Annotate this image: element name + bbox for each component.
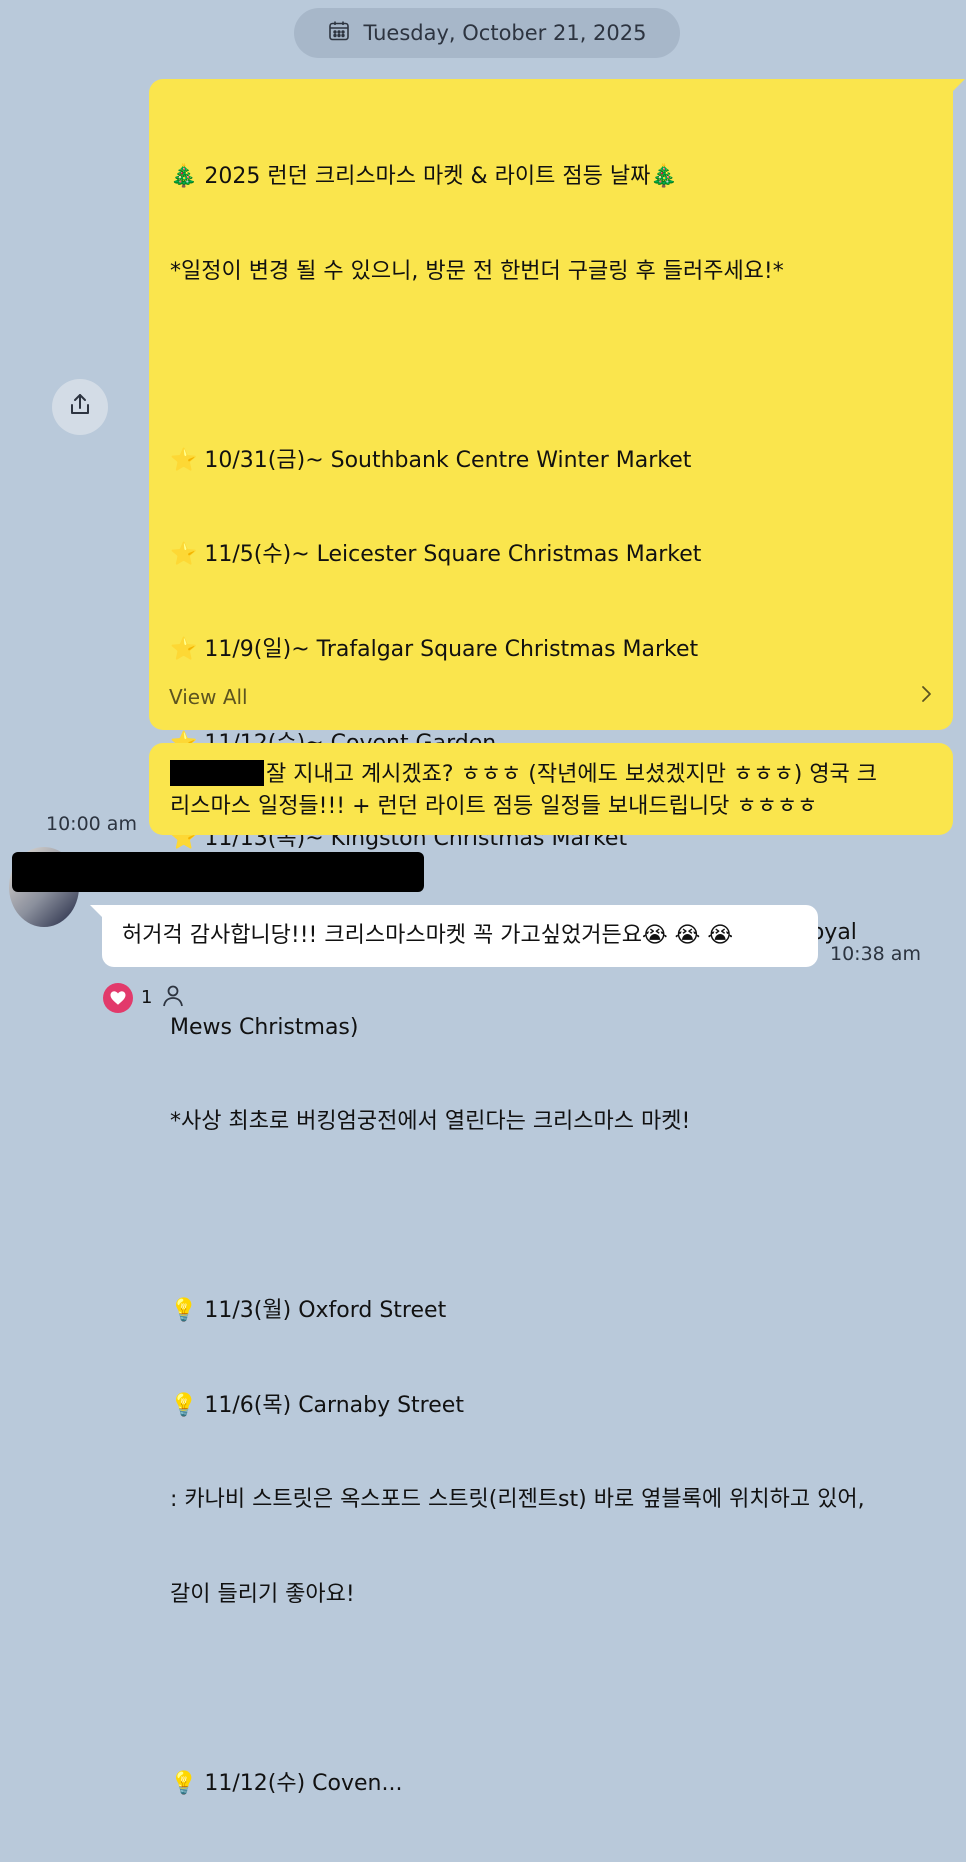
view-all-label: View All: [169, 684, 248, 709]
message-text: 잘 지내고 계시겠죠? ㅎㅎㅎ (작년에도 보셨겠지만 ㅎㅎㅎ) 영국 크 리스…: [170, 759, 935, 823]
message-line: [170, 1201, 935, 1233]
message-line: ⭐ 11/5(수)~ Leicester Square Christmas Ma…: [170, 542, 702, 567]
calendar-icon: [327, 19, 351, 48]
message-text: 🎄 2025 런던 크리스마스 마켓 & 라이트 점등 날짜🎄 *일정이 변경 …: [170, 98, 935, 1862]
message-bubble-reply[interactable]: 허거걱 감사합니당!!! 크리스마스마켓 꼭 가고싶었거든요😭 😭 😭: [90, 905, 818, 967]
redacted-name: [170, 760, 264, 786]
message-line: ⭐ 11/9(일)~ Trafalgar Square Christmas Ma…: [170, 636, 699, 662]
message-line: Mews Christmas): [170, 1014, 359, 1040]
message-line: 리스마스 일정들!!! + 런던 라이트 점등 일정들 보내드립니닷 ㅎㅎㅎㅎ: [170, 794, 818, 819]
chevron-right-icon: [917, 683, 935, 710]
message-line: *사상 최초로 버킹엄궁전에서 열린다는 크리스마스 마켓!: [170, 1109, 691, 1134]
message-line: [170, 1673, 935, 1705]
date-divider: Tuesday, October 21, 2025: [294, 8, 680, 58]
message-line: 갈이 들리기 좋아요!: [170, 1581, 355, 1607]
share-icon: [66, 391, 94, 423]
message-bubble-greeting[interactable]: 잘 지내고 계시겠죠? ㅎㅎㅎ (작년에도 보셨겠지만 ㅎㅎㅎ) 영국 크 리스…: [149, 743, 953, 835]
redacted-sender-name: [12, 852, 424, 892]
message-timestamp: 10:38 am: [830, 943, 921, 965]
message-line: 💡 11/12(수) Coven...: [170, 1770, 403, 1796]
message-line: ⭐ 10/31(금)~ Southbank Centre Winter Mark…: [170, 447, 692, 473]
message-line: 🎄 2025 런던 크리스마스 마켓 & 라이트 점등 날짜🎄: [170, 164, 678, 189]
date-label: Tuesday, October 21, 2025: [363, 21, 647, 45]
message-line: *일정이 변경 될 수 있으니, 방문 전 한번더 구글링 후 들러주세요!*: [170, 258, 784, 284]
view-all-link[interactable]: View All: [169, 683, 935, 710]
share-button[interactable]: [52, 379, 108, 435]
message-line: 💡 11/6(목) Carnaby Street: [170, 1392, 464, 1418]
message-line: : 카나비 스트릿은 옥스포드 스트릿(리젠트st) 바로 옆블록에 위치하고 …: [170, 1487, 865, 1512]
message-line: 잘 지내고 계시겠죠? ㅎㅎㅎ (작년에도 보셨겠지만 ㅎㅎㅎ) 영국 크: [266, 762, 878, 787]
message-line: 💡 11/3(월) Oxford Street: [170, 1298, 447, 1323]
message-bubble-christmas-schedule[interactable]: 🎄 2025 런던 크리스마스 마켓 & 라이트 점등 날짜🎄 *일정이 변경 …: [149, 79, 965, 1796]
message-timestamp: 10:00 am: [46, 813, 137, 835]
message-text: 허거걱 감사합니당!!! 크리스마스마켓 꼭 가고싶었거든요😭 😭 😭: [122, 923, 734, 948]
message-line: [170, 350, 935, 382]
